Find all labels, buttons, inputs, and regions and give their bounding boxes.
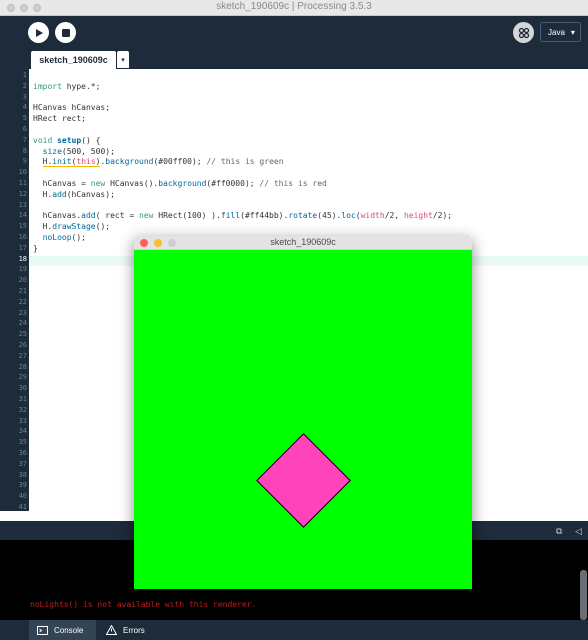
line-number: 38: [18, 470, 27, 479]
console-icon: [37, 625, 48, 635]
sketch-window: sketch_190609c: [134, 236, 472, 589]
code-line[interactable]: HRect rect;: [33, 114, 86, 125]
line-number: 36: [18, 449, 27, 457]
console-tab-label: Console: [54, 625, 84, 635]
sketch-titlebar: sketch_190609c: [134, 236, 472, 250]
sketch-canvas[interactable]: [134, 250, 472, 589]
line-number: 40: [18, 492, 27, 501]
line-number: 24: [18, 319, 27, 328]
line-number: 20: [18, 276, 27, 285]
line-number: 25: [18, 330, 27, 339]
window-title: sketch_190609c | Processing 3.5.3: [216, 1, 372, 12]
sketch-title: sketch_190609c: [270, 237, 336, 247]
code-line[interactable]: size(500, 500);: [33, 147, 115, 158]
line-number: 5: [22, 114, 27, 123]
debug-button[interactable]: [513, 22, 534, 43]
line-number: 10: [18, 168, 27, 177]
stop-icon: [61, 28, 70, 37]
line-number: 23: [18, 308, 27, 317]
code-line[interactable]: HCanvas hCanvas;: [33, 103, 110, 114]
line-number: 31: [18, 395, 27, 403]
run-button[interactable]: [28, 22, 49, 43]
line-number: 11: [18, 179, 27, 187]
line-number: 2: [22, 81, 27, 90]
stop-button[interactable]: [55, 22, 76, 43]
code-line[interactable]: import hype.*;: [33, 82, 100, 93]
code-line[interactable]: H.drawStage();: [33, 222, 110, 233]
chevron-down-icon: ▾: [570, 27, 575, 37]
code-line[interactable]: H.add(hCanvas);: [33, 190, 115, 201]
line-number: 19: [18, 265, 27, 274]
line-number: 13: [18, 200, 27, 209]
window-titlebar: sketch_190609c | Processing 3.5.3: [0, 0, 588, 16]
toolbar: [0, 16, 588, 50]
line-number: 18: [18, 254, 27, 263]
line-number: 29: [18, 373, 27, 382]
line-number: 21: [18, 287, 27, 295]
line-number: 41: [18, 503, 27, 511]
console-error-message: noLights() is not available with this re…: [30, 600, 257, 609]
line-number: 27: [18, 351, 27, 360]
copy-icon[interactable]: ⧉: [556, 526, 566, 536]
errors-tab[interactable]: Errors: [98, 620, 158, 640]
code-line[interactable]: noLoop();: [33, 233, 86, 244]
line-number: 35: [18, 438, 27, 447]
tab-sketch[interactable]: sketch_190609c: [31, 51, 116, 69]
errors-tab-label: Errors: [123, 625, 145, 635]
code-line[interactable]: hCanvas.add( rect = new HRect(100) ).fil…: [33, 211, 453, 222]
line-number: 17: [18, 243, 27, 252]
line-number: 1: [22, 71, 27, 79]
line-number: 26: [18, 341, 27, 349]
line-number: 16: [18, 233, 27, 241]
rotated-pink-rect: [256, 433, 351, 528]
mode-select[interactable]: Java ▾: [540, 22, 581, 42]
code-line[interactable]: hCanvas = new HCanvas().background(#ff00…: [33, 179, 327, 190]
line-number: 9: [22, 157, 27, 166]
code-line[interactable]: }: [33, 244, 38, 255]
mode-label: Java: [548, 27, 565, 37]
console-scrollbar[interactable]: [580, 570, 587, 620]
line-number: 34: [18, 427, 27, 436]
line-number: 22: [18, 297, 27, 306]
code-line[interactable]: void setup() {: [33, 136, 100, 147]
code-line[interactable]: H.init(this).background(#00ff00); // thi…: [33, 157, 284, 168]
line-number: 7: [22, 135, 27, 144]
warning-icon: [106, 625, 117, 635]
line-number: 3: [22, 92, 27, 101]
line-number: 39: [18, 481, 27, 490]
line-number: 15: [18, 222, 27, 231]
tab-menu-button[interactable]: ▾: [117, 51, 129, 68]
line-number: 32: [18, 405, 27, 414]
line-number: 4: [22, 103, 27, 112]
line-number: 12: [18, 189, 27, 198]
line-number: 30: [18, 384, 27, 393]
line-number: 8: [22, 146, 27, 155]
line-number: 28: [18, 362, 27, 371]
collapse-console-icon[interactable]: ◁: [575, 526, 585, 536]
play-icon: [35, 28, 43, 37]
line-number: 33: [18, 416, 27, 425]
debug-icon: [518, 27, 529, 38]
line-number: 6: [22, 125, 27, 133]
line-number: 14: [18, 211, 27, 220]
line-number: 37: [18, 459, 27, 468]
console-tab[interactable]: Console: [29, 620, 96, 640]
